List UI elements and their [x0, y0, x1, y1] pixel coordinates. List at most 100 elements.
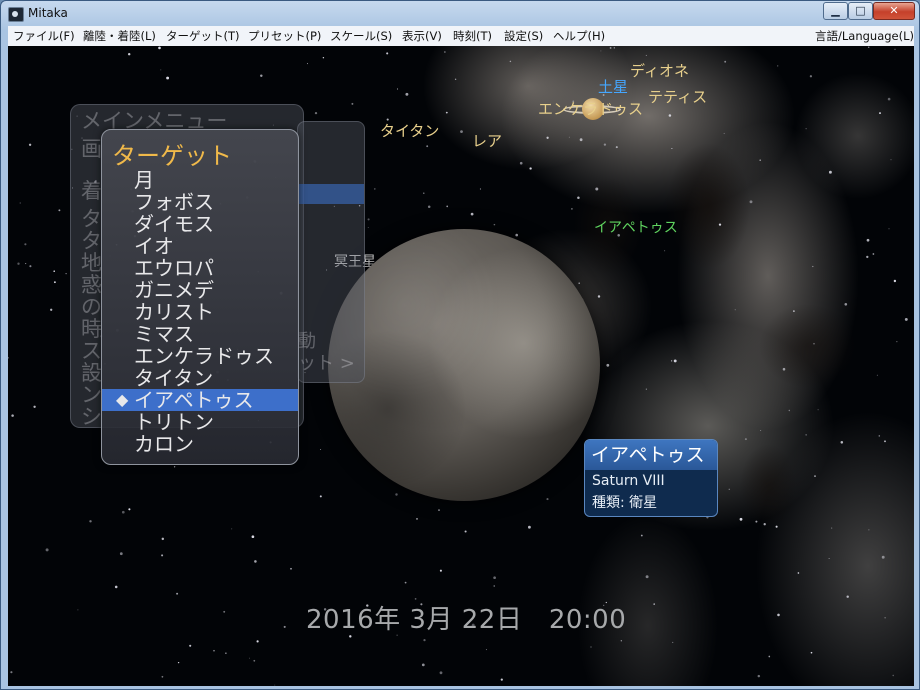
star [45, 548, 49, 552]
star [670, 360, 673, 362]
star [454, 78, 457, 81]
target-item-label: タイタン [134, 366, 214, 390]
star [290, 567, 292, 570]
submenu-ghost: 動 ット > [297, 121, 365, 383]
star [158, 46, 161, 50]
label-titan[interactable]: タイタン [380, 120, 439, 141]
star [177, 661, 180, 664]
star [673, 359, 677, 363]
star [253, 659, 256, 662]
star [723, 132, 725, 135]
menu-takeoff-landing[interactable]: 離陸・着陸(L) [83, 28, 156, 44]
menu-help[interactable]: ヘルプ(H) [553, 28, 605, 44]
star [260, 74, 263, 78]
star [367, 227, 369, 229]
star [53, 281, 56, 284]
star [579, 138, 583, 142]
target-item-io[interactable]: イオ [102, 235, 298, 257]
star [500, 678, 503, 681]
star [160, 69, 162, 71]
star [867, 46, 870, 48]
target-item-triton[interactable]: トリトン [102, 411, 298, 433]
target-item-iapetus[interactable]: ◆ イアペトゥス [102, 389, 298, 411]
star [161, 675, 164, 678]
star [485, 649, 487, 651]
star [493, 576, 496, 580]
star [161, 537, 165, 541]
star [606, 363, 610, 367]
star [844, 302, 848, 306]
star [814, 475, 816, 477]
minimize-button[interactable]: ▁ [823, 2, 848, 20]
star [645, 575, 649, 579]
close-button[interactable]: ✕ [873, 2, 915, 20]
window-title: Mitaka [28, 6, 68, 20]
space-viewport[interactable]: ディオネ テティス エンケラドゥス 土星 タイタン レア イアペトゥス 冥王星 … [8, 46, 914, 686]
iapetus-moon[interactable] [328, 229, 600, 501]
target-item-phobos[interactable]: フォボス [102, 191, 298, 213]
star [29, 265, 32, 268]
star [577, 196, 580, 199]
menu-preset[interactable]: プリセット(P) [248, 28, 321, 44]
menu-file[interactable]: ファイル(F) [13, 28, 75, 44]
target-item-charon[interactable]: カロン [102, 433, 298, 455]
star [128, 508, 131, 511]
target-item-moon[interactable]: 月 [102, 169, 298, 191]
target-item-label: イオ [134, 234, 174, 258]
target-item-callisto[interactable]: カリスト [102, 301, 298, 323]
star [846, 595, 849, 598]
menu-target[interactable]: ターゲット(T) [166, 28, 240, 44]
star [788, 409, 791, 412]
label-saturn[interactable]: 土星 [598, 76, 628, 97]
target-item-europa[interactable]: エウロパ [102, 257, 298, 279]
target-item-deimos[interactable]: ダイモス [102, 213, 298, 235]
star [620, 640, 622, 642]
star [768, 655, 771, 658]
menu-time[interactable]: 時刻(T) [453, 28, 492, 44]
target-item-titan[interactable]: タイタン [102, 367, 298, 389]
menu-scale[interactable]: スケール(S) [330, 28, 392, 44]
star [464, 530, 467, 533]
menu-settings[interactable]: 設定(S) [504, 28, 543, 44]
star [251, 535, 255, 539]
star [423, 638, 426, 642]
star [868, 529, 870, 531]
date-time-display: 2016年 3月 22日 20:00 [306, 605, 627, 635]
target-item-enceladus[interactable]: エンケラドゥス [102, 345, 298, 367]
star [19, 202, 21, 204]
menu-language[interactable]: 言語/Language(L) [815, 28, 914, 44]
star [10, 671, 13, 674]
label-enceladus[interactable]: エンケラドゥス [538, 98, 643, 119]
star [645, 388, 647, 390]
star [231, 528, 233, 530]
label-rhea[interactable]: レア [472, 130, 502, 151]
star [176, 592, 179, 595]
star [546, 498, 549, 501]
star [724, 60, 727, 63]
menu-view[interactable]: 表示(V) [402, 28, 442, 44]
label-iapetus[interactable]: イアペトゥス [594, 217, 678, 237]
target-item-ganymede[interactable]: ガニメデ [102, 279, 298, 301]
title-bar[interactable]: Mitaka ▁ □ ✕ [1, 1, 919, 26]
star [645, 54, 647, 56]
star [890, 159, 892, 161]
star [274, 684, 276, 686]
star [58, 209, 61, 212]
star [373, 188, 376, 190]
label-dione[interactable]: ディオネ [630, 60, 689, 81]
star [121, 510, 125, 514]
maximize-button[interactable]: □ [848, 2, 873, 20]
star [213, 649, 215, 652]
star [810, 651, 813, 654]
star [166, 76, 170, 80]
star [888, 228, 890, 230]
star [759, 159, 761, 161]
star [114, 585, 118, 589]
target-item-mimas[interactable]: ミマス [102, 323, 298, 345]
star [876, 374, 878, 376]
target-item-label: カロン [134, 432, 194, 456]
star [896, 341, 898, 343]
label-tethys[interactable]: テティス [648, 86, 707, 107]
star [444, 51, 446, 53]
star [609, 46, 612, 49]
